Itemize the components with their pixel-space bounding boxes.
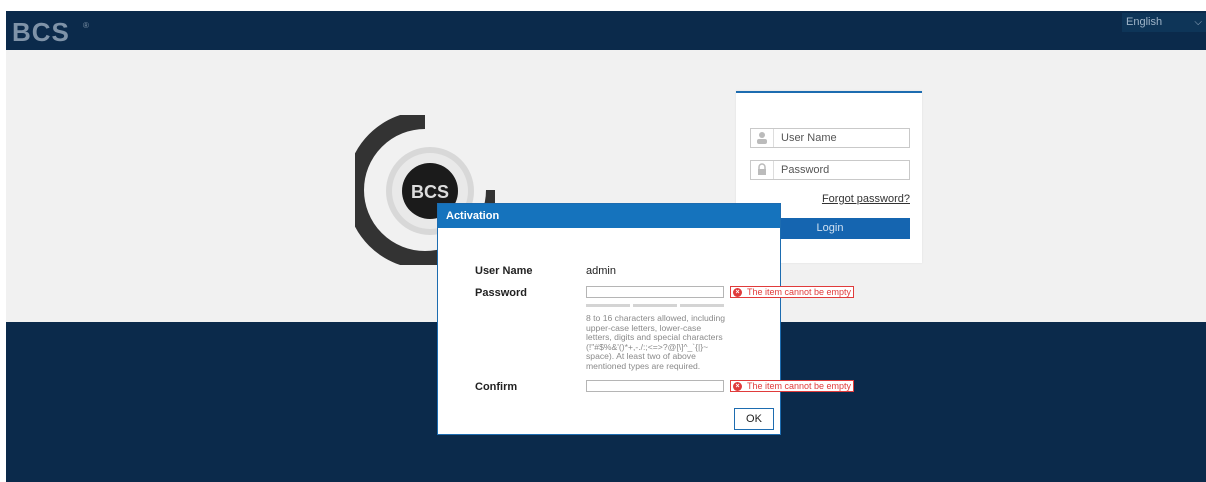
error-icon: × (733, 288, 742, 297)
confirm-error-text: The item cannot be empty (747, 381, 852, 391)
chevron-down-icon: ⌵ (1194, 17, 1202, 28)
username-label: User Name (475, 265, 533, 277)
password-hint: 8 to 16 characters allowed, including up… (586, 313, 726, 371)
svg-text:BCS: BCS (12, 19, 70, 45)
activation-dialog: Activation User Name admin Password × Th… (437, 203, 855, 435)
password-input[interactable]: Password (750, 160, 910, 180)
password-field[interactable] (586, 286, 724, 298)
confirm-error: × The item cannot be empty (730, 380, 855, 392)
user-icon (751, 129, 774, 147)
top-bar: BCS ® English ⌵ (6, 11, 1206, 50)
svg-text:®: ® (83, 21, 89, 30)
svg-text:BCS: BCS (411, 182, 449, 202)
confirm-field[interactable] (586, 380, 724, 392)
password-placeholder: Password (781, 164, 830, 176)
confirm-label: Confirm (475, 381, 518, 393)
password-error: × The item cannot be empty (730, 286, 855, 298)
username-placeholder: User Name (781, 132, 837, 144)
bcs-logo: BCS ® (12, 19, 89, 45)
forgot-password-link[interactable]: Forgot password? (822, 193, 910, 205)
language-select[interactable]: English ⌵ (1122, 13, 1206, 32)
username-value: admin (586, 265, 616, 277)
username-input[interactable]: User Name (750, 128, 910, 148)
password-error-text: The item cannot be empty (747, 287, 852, 297)
dialog-title: Activation (438, 204, 780, 228)
ok-button[interactable]: OK (734, 408, 774, 430)
error-icon: × (733, 382, 742, 391)
password-label: Password (475, 287, 527, 299)
password-strength-bar (586, 304, 724, 307)
language-value: English (1126, 16, 1163, 28)
lock-icon (751, 161, 774, 179)
